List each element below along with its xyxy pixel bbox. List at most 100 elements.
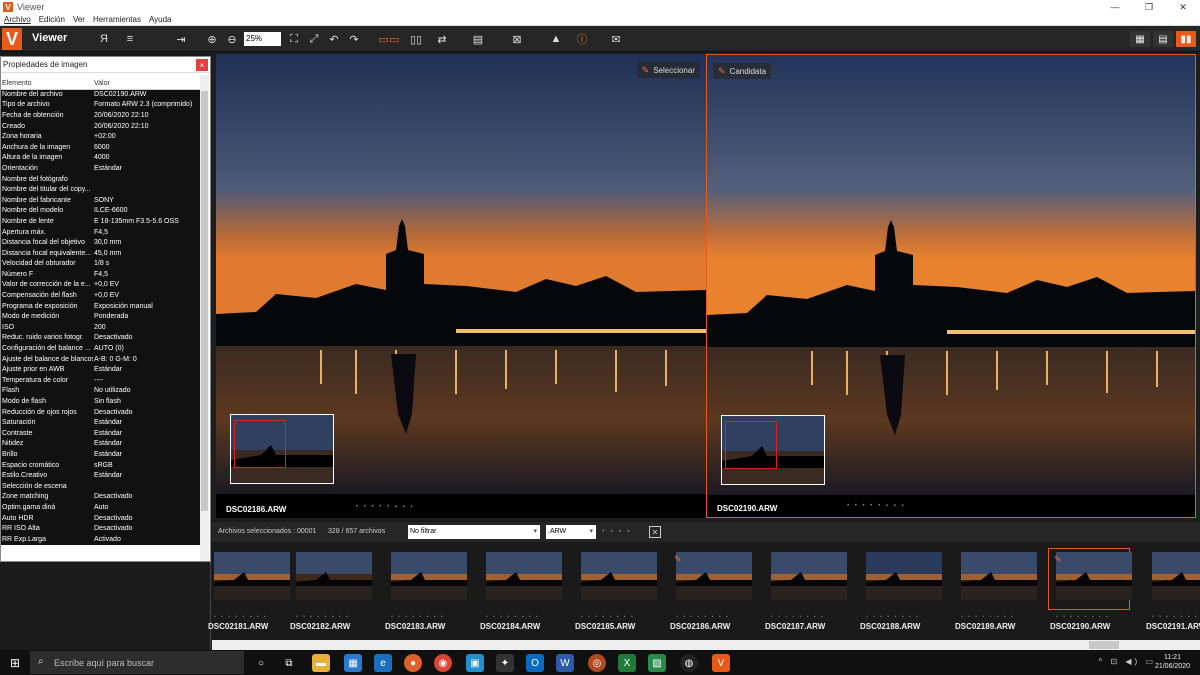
property-row[interactable]: Anchura de la imagen 6000 — [1, 141, 200, 153]
property-row[interactable]: Distancia focal equivalente... 45,0 mm — [1, 247, 200, 259]
property-row[interactable]: Nombre del archivo DSC02190.ARW — [1, 89, 200, 100]
rating-dots[interactable]: • • • • • ▪ ▪ ▪ — [581, 614, 635, 620]
thumbnail-item[interactable]: • • • • • ▪ ▪ ▪ DSC02182.ARW — [288, 542, 380, 638]
thumbnail-item[interactable]: • • • • • ▪ ▪ ▪ DSC02185.ARW — [573, 542, 665, 638]
chrome-icon[interactable]: ◉ — [434, 654, 452, 672]
property-row[interactable]: Zone matching Desactivado — [1, 491, 200, 503]
property-row[interactable]: Reducción de ojos rojos Desactivado — [1, 406, 200, 418]
photos-icon[interactable]: ▧ — [648, 654, 666, 672]
property-row[interactable]: Modo de medición Ponderada — [1, 311, 200, 323]
property-row[interactable]: Distancia focal del objetivo 30,0 mm — [1, 237, 200, 248]
zoom-in-icon[interactable]: ⊕ — [204, 31, 220, 47]
property-row[interactable]: Fecha de obtención 20/06/2020 22:10 — [1, 110, 200, 121]
thumbnail-item[interactable]: • • • • • ▪ ▪ ▪ DSC02181.ARW — [206, 542, 298, 638]
compare-view-icon[interactable]: ▭▭ — [379, 31, 400, 47]
rating-dots[interactable]: • • • • • ▪ ▪ ▪ — [356, 504, 415, 510]
property-row[interactable]: Ajuste del balance de blancos A-B: 0 G-M:… — [1, 353, 200, 365]
sync-view-icon[interactable]: ▤ — [470, 31, 486, 47]
select-tag[interactable]: ✎ Seleccionar — [636, 62, 700, 78]
navigator-viewport[interactable] — [234, 420, 286, 468]
property-row[interactable]: Reduc. ruido varios fotogr. Desactivado — [1, 332, 200, 344]
property-row[interactable]: Espacio cromático sRGB — [1, 459, 200, 471]
property-row[interactable]: Contraste Estándar — [1, 428, 200, 439]
property-row[interactable]: Nombre del fotógrafo — [1, 173, 200, 185]
property-row[interactable]: Velocidad del obturador 1/8 s — [1, 258, 200, 270]
e-mode-icon[interactable]: ≡ — [122, 31, 138, 47]
rotate-left-icon[interactable]: ↶ — [326, 31, 342, 47]
property-row[interactable]: Apertura máx. F4,5 — [1, 226, 200, 238]
outlook-icon[interactable]: O — [526, 654, 544, 672]
navigator-thumbnail[interactable] — [230, 414, 334, 484]
info-icon[interactable]: ⓘ — [574, 31, 590, 47]
thumbnail-item[interactable]: • • • • • ▪ ▪ ▪ DSC02189.ARW — [953, 542, 1045, 638]
menu-ayuda[interactable]: Ayuda — [149, 15, 172, 24]
property-row[interactable]: Tipo de archivo Formato ARW 2.3 (comprimi… — [1, 99, 200, 111]
property-row[interactable]: Orientación Estándar — [1, 163, 200, 174]
compare-view-button[interactable]: ▮▮ — [1176, 31, 1196, 47]
property-row[interactable]: Compensación del flash +0,0 EV — [1, 290, 200, 301]
swap-view-icon[interactable]: ⇄ — [434, 31, 450, 47]
left-image-pane[interactable]: ✎ Seleccionar • • • • • ▪ ▪ ▪ DSC02186.A… — [216, 54, 706, 518]
export-icon[interactable]: ⇥ — [173, 31, 189, 47]
rating-dots[interactable]: • • • • • ▪ ▪ ▪ — [296, 614, 350, 620]
rating-dots[interactable]: • • • • • ▪ ▪ ▪ — [771, 614, 825, 620]
windows-start-icon[interactable]: ⊞ — [10, 656, 20, 670]
rating-dots[interactable]: • • • • • ▪ ▪ ▪ — [1152, 614, 1200, 620]
media-icon[interactable]: ◎ — [588, 654, 606, 672]
property-row[interactable]: ISO 200 — [1, 322, 200, 333]
taskbar-search[interactable]: ⌕ Escribe aquí para buscar — [30, 651, 244, 674]
rating-dots[interactable]: • • • • • ▪ ▪ ▪ — [676, 614, 730, 620]
property-row[interactable]: Auto HDR Desactivado — [1, 512, 200, 524]
thumbnail-item[interactable]: • • • • • ▪ ▪ ▪ DSC02183.ARW — [383, 542, 475, 638]
fit-icon[interactable]: ⛶ — [286, 31, 302, 47]
filter-select[interactable]: No filtrar — [408, 525, 540, 539]
property-row[interactable]: Valor de corrección de la e... +0,0 EV — [1, 279, 200, 291]
menu-herramientas[interactable]: Herramientas — [93, 15, 141, 24]
rating-dots[interactable]: • • • • • ▪ ▪ ▪ — [1056, 614, 1110, 620]
clock[interactable]: 11:21 21/06/2020 — [1155, 653, 1190, 671]
property-row[interactable]: Nitidez Estándar — [1, 438, 200, 450]
rating-dots[interactable]: • • • • • ▪ ▪ ▪ — [866, 614, 920, 620]
dual-view-icon[interactable]: ▯▯ — [408, 31, 424, 47]
property-row[interactable]: Nombre del titular del copy... — [1, 184, 200, 195]
rotate-right-icon[interactable]: ↷ — [346, 31, 362, 47]
minimize-button[interactable]: — — [1098, 0, 1132, 14]
property-row[interactable]: Altura de la imagen 4000 — [1, 152, 200, 164]
rating-dots[interactable]: • • • • • ▪ ▪ ▪ — [847, 503, 906, 509]
property-row[interactable]: Nombre de lente E 18-135mm F3.5-5.6 OSS — [1, 216, 200, 227]
zoom-out-icon[interactable]: ⊖ — [224, 31, 240, 47]
property-row[interactable]: RR Exp.Larga Activado — [1, 533, 200, 545]
histogram-icon[interactable]: ▲ — [548, 31, 564, 47]
property-row[interactable]: Saturación Estándar — [1, 417, 200, 428]
property-row[interactable]: Ajuste prior en AWB Estándar — [1, 364, 200, 376]
property-row[interactable]: Número F F4,5 — [1, 269, 200, 280]
task-view-icon[interactable]: ⧉ — [280, 654, 298, 672]
strip-scroll-thumb[interactable] — [1089, 641, 1119, 649]
calendar-icon[interactable]: ▦ — [344, 654, 362, 672]
preview-view-button[interactable]: ▤ — [1153, 31, 1173, 47]
rating-dots[interactable]: • • • • • ▪ ▪ ▪ — [961, 614, 1015, 620]
rating-dots[interactable]: • • • • • ▪ ▪ ▪ — [486, 614, 540, 620]
cortana-icon[interactable]: ○ — [252, 654, 270, 672]
property-row[interactable]: Estilo.Creativo Estándar — [1, 470, 200, 481]
close-panel-icon[interactable]: × — [196, 59, 208, 71]
thumbnail-item[interactable]: ✎ • • • • • ▪ ▪ ▪ DSC02186.ARW — [668, 542, 760, 638]
property-row[interactable]: Temperatura de color ---- — [1, 375, 200, 386]
props-scrollbar[interactable] — [200, 75, 209, 561]
zoom-select[interactable]: 25% — [244, 32, 281, 46]
property-row[interactable]: Nombre del fabricante SONY — [1, 194, 200, 206]
word-icon[interactable]: W — [556, 654, 574, 672]
close-button[interactable]: ✕ — [1166, 0, 1200, 14]
app-icon[interactable]: ✦ — [496, 654, 514, 672]
extension-select[interactable]: .ARW — [546, 525, 596, 539]
menu-archivo[interactable]: Archivo — [4, 15, 31, 24]
excel-icon[interactable]: X — [618, 654, 636, 672]
file-explorer-icon[interactable]: ▬ — [312, 654, 330, 672]
thumbnail-item[interactable]: • • • • • ▪ ▪ ▪ DSC02191.ARW — [1144, 542, 1200, 638]
maximize-button[interactable]: ❐ — [1132, 0, 1166, 14]
camera-icon[interactable]: ◍ — [680, 654, 698, 672]
thumbnail-item[interactable]: • • • • • ▪ ▪ ▪ DSC02184.ARW — [478, 542, 570, 638]
store-icon[interactable]: ▣ — [466, 654, 484, 672]
navigator-viewport[interactable] — [725, 421, 777, 469]
edge-icon[interactable]: e — [374, 654, 392, 672]
